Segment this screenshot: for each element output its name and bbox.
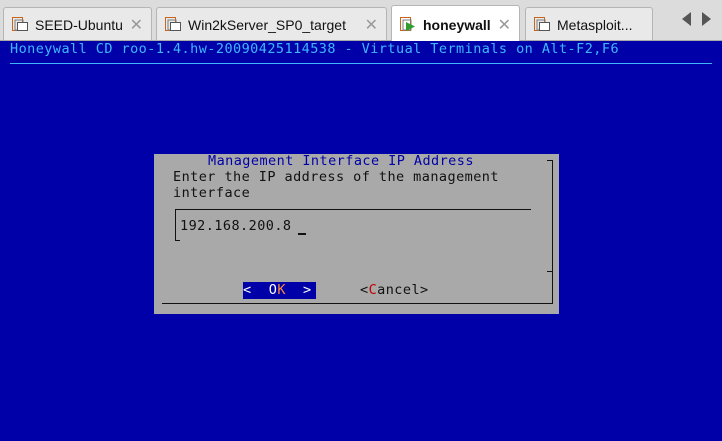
vm-icon — [534, 17, 550, 31]
tab-label: honeywall — [423, 17, 491, 33]
input-border — [175, 209, 531, 210]
ok-bracket-right: > — [285, 282, 312, 298]
dialog-title: Management Interface IP Address — [208, 153, 474, 169]
input-border — [175, 240, 180, 241]
console-title: Honeywall CD roo-1.4.hw-20090425114538 -… — [10, 41, 620, 57]
cancel-bracket-right: > — [420, 282, 429, 298]
tab-honeywall[interactable]: honeywall ✕ — [391, 5, 520, 41]
chevron-right-icon[interactable] — [702, 12, 711, 26]
cancel-hotkey: C — [368, 282, 378, 298]
tab-win2kserver[interactable]: Win2kServer_SP0_target ✕ — [156, 7, 387, 40]
close-icon[interactable]: ✕ — [365, 15, 378, 34]
vm-icon — [12, 17, 28, 31]
close-icon[interactable]: ✕ — [498, 15, 511, 34]
vm-icon — [165, 17, 181, 31]
cancel-button[interactable]: <Cancel> — [360, 282, 429, 299]
cancel-bracket-left: < — [360, 282, 369, 298]
text-cursor — [298, 233, 306, 235]
input-border — [175, 209, 176, 241]
vm-running-icon — [400, 17, 416, 31]
tab-metasploitable[interactable]: Metasploit... — [525, 7, 653, 40]
chevron-left-icon[interactable] — [682, 12, 691, 26]
dialog-border — [547, 160, 553, 161]
ip-address-input[interactable] — [180, 216, 520, 236]
vm-tab-bar: SEED-Ubuntu ✕ Win2kServer_SP0_target ✕ h… — [0, 0, 722, 41]
dialog-prompt: Enter the IP address of the management i… — [173, 169, 499, 201]
ok-hotkey: K — [277, 282, 286, 298]
tab-scroll-controls — [672, 8, 722, 32]
ip-address-dialog: Management Interface IP Address Enter th… — [154, 153, 559, 314]
tab-seed-ubuntu[interactable]: SEED-Ubuntu ✕ — [3, 7, 152, 40]
close-icon[interactable]: ✕ — [130, 15, 143, 34]
ok-bracket-left: < — [243, 282, 269, 298]
vm-console-screen[interactable]: Honeywall CD roo-1.4.hw-20090425114538 -… — [0, 41, 722, 441]
tab-label: SEED-Ubuntu — [35, 17, 123, 33]
dialog-border — [552, 160, 553, 304]
tab-label: Metasploit... — [557, 17, 633, 33]
cancel-label: ancel — [377, 282, 421, 298]
ok-button[interactable]: < OK > — [243, 282, 316, 299]
title-divider — [10, 63, 712, 64]
tab-label: Win2kServer_SP0_target — [188, 17, 346, 33]
dialog-border — [162, 303, 553, 304]
dialog-border — [547, 271, 553, 272]
